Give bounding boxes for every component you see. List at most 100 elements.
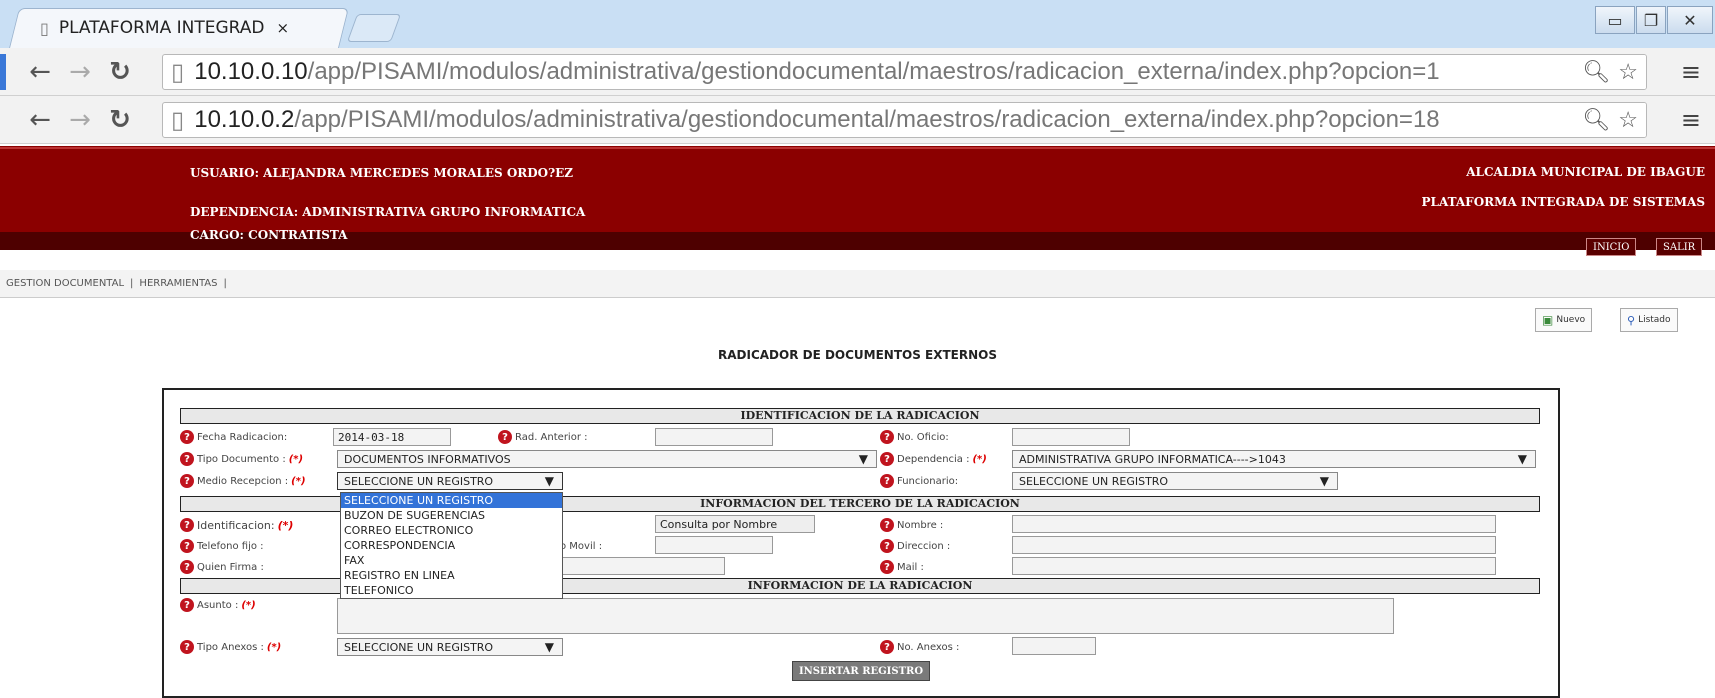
quien-firma-text: Quien Firma : bbox=[197, 561, 264, 573]
back-icon[interactable]: ← bbox=[20, 57, 60, 87]
direccion-field[interactable] bbox=[1012, 536, 1496, 554]
forward-icon[interactable]: → bbox=[60, 105, 100, 135]
telefono-movil-field[interactable] bbox=[655, 536, 773, 554]
fecha-label: ? Fecha Radicacion: bbox=[180, 428, 287, 446]
url-host: 10.10.0.2 bbox=[194, 106, 295, 133]
fecha-field[interactable]: 2014-03-18 bbox=[333, 428, 451, 446]
no-anexos-label: ? No. Anexos : bbox=[880, 638, 959, 656]
menu-icon[interactable]: ≡ bbox=[1681, 58, 1701, 86]
funcionario-text: Funcionario: bbox=[897, 475, 959, 487]
section-header-identificacion: IDENTIFICACION DE LA RADICACION bbox=[180, 408, 1540, 424]
quien-firma-field[interactable] bbox=[560, 557, 725, 575]
rad-anterior-text: Rad. Anterior : bbox=[515, 431, 588, 443]
minimize-icon[interactable]: ▭ bbox=[1595, 6, 1635, 34]
address-bar-1[interactable]: ▯ 10.10.0.10/app/PISAMI/modulos/administ… bbox=[162, 54, 1647, 90]
help-icon[interactable]: ? bbox=[880, 452, 894, 466]
listado-label: Listado bbox=[1638, 315, 1671, 325]
inicio-button[interactable]: INICIO bbox=[1586, 238, 1637, 256]
asunto-textarea[interactable] bbox=[337, 598, 1394, 634]
tipo-documento-text: Tipo Documento : bbox=[197, 453, 286, 465]
help-icon[interactable]: ? bbox=[180, 430, 194, 444]
nombre-field[interactable] bbox=[1012, 515, 1496, 533]
help-icon[interactable]: ? bbox=[498, 430, 512, 444]
dropdown-option[interactable]: TELEFONICO bbox=[341, 583, 562, 598]
salir-button[interactable]: SALIR bbox=[1656, 238, 1703, 256]
browser-toolbar-2: ← → ↻ ▯ 10.10.0.2/app/PISAMI/modulos/adm… bbox=[0, 96, 1715, 144]
tipo-anexos-text: Tipo Anexos : bbox=[197, 641, 264, 653]
nuevo-button[interactable]: ▣ Nuevo bbox=[1535, 308, 1593, 332]
help-icon[interactable]: ? bbox=[880, 539, 894, 553]
help-icon[interactable]: ? bbox=[180, 560, 194, 574]
star-icon[interactable]: ☆ bbox=[1618, 59, 1638, 85]
consulta-nombre-button[interactable]: Consulta por Nombre bbox=[655, 515, 815, 533]
zoom-icon[interactable]: 🔍︎ bbox=[1582, 107, 1610, 133]
telefono-movil-label: o Movil : bbox=[560, 540, 603, 552]
user-role: CARGO: CONTRATISTA bbox=[190, 228, 348, 242]
module-menu: GESTION DOCUMENTAL | HERRAMIENTAS | bbox=[0, 270, 1715, 298]
help-icon[interactable]: ? bbox=[180, 518, 194, 532]
star-icon[interactable]: ☆ bbox=[1618, 107, 1638, 133]
help-icon[interactable]: ? bbox=[880, 518, 894, 532]
identificacion-label: ? Identificacion: (*) bbox=[180, 516, 293, 534]
platform-name: PLATAFORMA INTEGRADA DE SISTEMAS bbox=[1421, 195, 1705, 209]
menu-herramientas[interactable]: HERRAMIENTAS bbox=[139, 278, 217, 289]
tab-title: PLATAFORMA INTEGRAD bbox=[58, 18, 265, 38]
help-icon[interactable]: ? bbox=[180, 452, 194, 466]
help-icon[interactable]: ? bbox=[180, 539, 194, 553]
nombre-text: Nombre : bbox=[897, 519, 944, 531]
menu-gestion-documental[interactable]: GESTION DOCUMENTAL bbox=[6, 278, 124, 289]
tipo-anexos-label: ? Tipo Anexos : (*) bbox=[180, 638, 281, 656]
help-icon[interactable]: ? bbox=[880, 640, 894, 654]
chevron-down-icon: ▼ bbox=[1319, 474, 1329, 488]
tipo-documento-select[interactable]: DOCUMENTOS INFORMATIVOS ▼ bbox=[337, 450, 877, 468]
help-icon[interactable]: ? bbox=[180, 598, 194, 612]
browser-tab-content[interactable]: ▯ PLATAFORMA INTEGRAD × bbox=[40, 10, 330, 46]
dropdown-option[interactable]: REGISTRO EN LINEA bbox=[341, 568, 562, 583]
page-icon: ▯ bbox=[40, 18, 49, 38]
required-mark: (*) bbox=[277, 518, 294, 532]
dropdown-option[interactable]: CORRESPONDENCIA bbox=[341, 538, 562, 553]
help-icon[interactable]: ? bbox=[880, 430, 894, 444]
no-oficio-field[interactable] bbox=[1012, 428, 1130, 446]
mail-text: Mail : bbox=[897, 561, 924, 573]
dependencia-value: ADMINISTRATIVA GRUPO INFORMATICA---->104… bbox=[1019, 452, 1286, 466]
close-window-icon[interactable]: ✕ bbox=[1667, 6, 1713, 34]
address-bar-2[interactable]: ▯ 10.10.0.2/app/PISAMI/modulos/administr… bbox=[162, 102, 1647, 138]
insertar-registro-button[interactable]: INSERTAR REGISTRO bbox=[792, 661, 930, 681]
mail-field[interactable] bbox=[1012, 557, 1496, 575]
no-oficio-label: ? No. Oficio: bbox=[880, 428, 949, 446]
dropdown-option[interactable]: FAX bbox=[341, 553, 562, 568]
reload-icon[interactable]: ↻ bbox=[100, 105, 140, 135]
tipo-anexos-select[interactable]: SELECCIONE UN REGISTRO ▼ bbox=[337, 638, 563, 656]
asunto-text: Asunto : bbox=[197, 599, 239, 611]
medio-recepcion-select[interactable]: SELECCIONE UN REGISTRO ▼ bbox=[337, 472, 563, 490]
funcionario-select[interactable]: SELECCIONE UN REGISTRO ▼ bbox=[1012, 472, 1338, 490]
menu-icon[interactable]: ≡ bbox=[1681, 106, 1701, 134]
help-icon[interactable]: ? bbox=[880, 474, 894, 488]
dropdown-option[interactable]: SELECCIONE UN REGISTRO bbox=[341, 493, 562, 508]
dependencia-select[interactable]: ADMINISTRATIVA GRUPO INFORMATICA---->104… bbox=[1012, 450, 1536, 468]
page-title: RADICADOR DE DOCUMENTOS EXTERNOS bbox=[717, 348, 998, 362]
chevron-down-icon: ▼ bbox=[544, 640, 554, 654]
header-topline bbox=[0, 147, 1715, 149]
help-icon[interactable]: ? bbox=[180, 474, 194, 488]
help-icon[interactable]: ? bbox=[880, 560, 894, 574]
forward-icon[interactable]: → bbox=[60, 57, 100, 87]
chevron-down-icon: ▼ bbox=[1517, 452, 1527, 466]
menu-separator: | bbox=[223, 278, 227, 289]
listado-button[interactable]: ⚲ Listado bbox=[1620, 308, 1678, 332]
search-icon: ⚲ bbox=[1627, 313, 1636, 327]
reload-icon[interactable]: ↻ bbox=[100, 57, 140, 87]
help-icon[interactable]: ? bbox=[180, 640, 194, 654]
dropdown-option[interactable]: BUZON DE SUGERENCIAS bbox=[341, 508, 562, 523]
back-icon[interactable]: ← bbox=[20, 105, 60, 135]
rad-anterior-field[interactable] bbox=[655, 428, 773, 446]
maximize-icon[interactable]: ❐ bbox=[1636, 6, 1666, 34]
dropdown-option[interactable]: CORREO ELECTRONICO bbox=[341, 523, 562, 538]
dependencia-text: Dependencia : bbox=[897, 453, 970, 465]
no-anexos-field[interactable] bbox=[1012, 637, 1096, 655]
identificacion-text: Identificacion: bbox=[197, 518, 275, 532]
tab-close-icon[interactable]: × bbox=[276, 19, 289, 37]
dependencia-label: ? Dependencia : (*) bbox=[880, 450, 987, 468]
zoom-icon[interactable]: 🔍︎ bbox=[1582, 59, 1610, 85]
